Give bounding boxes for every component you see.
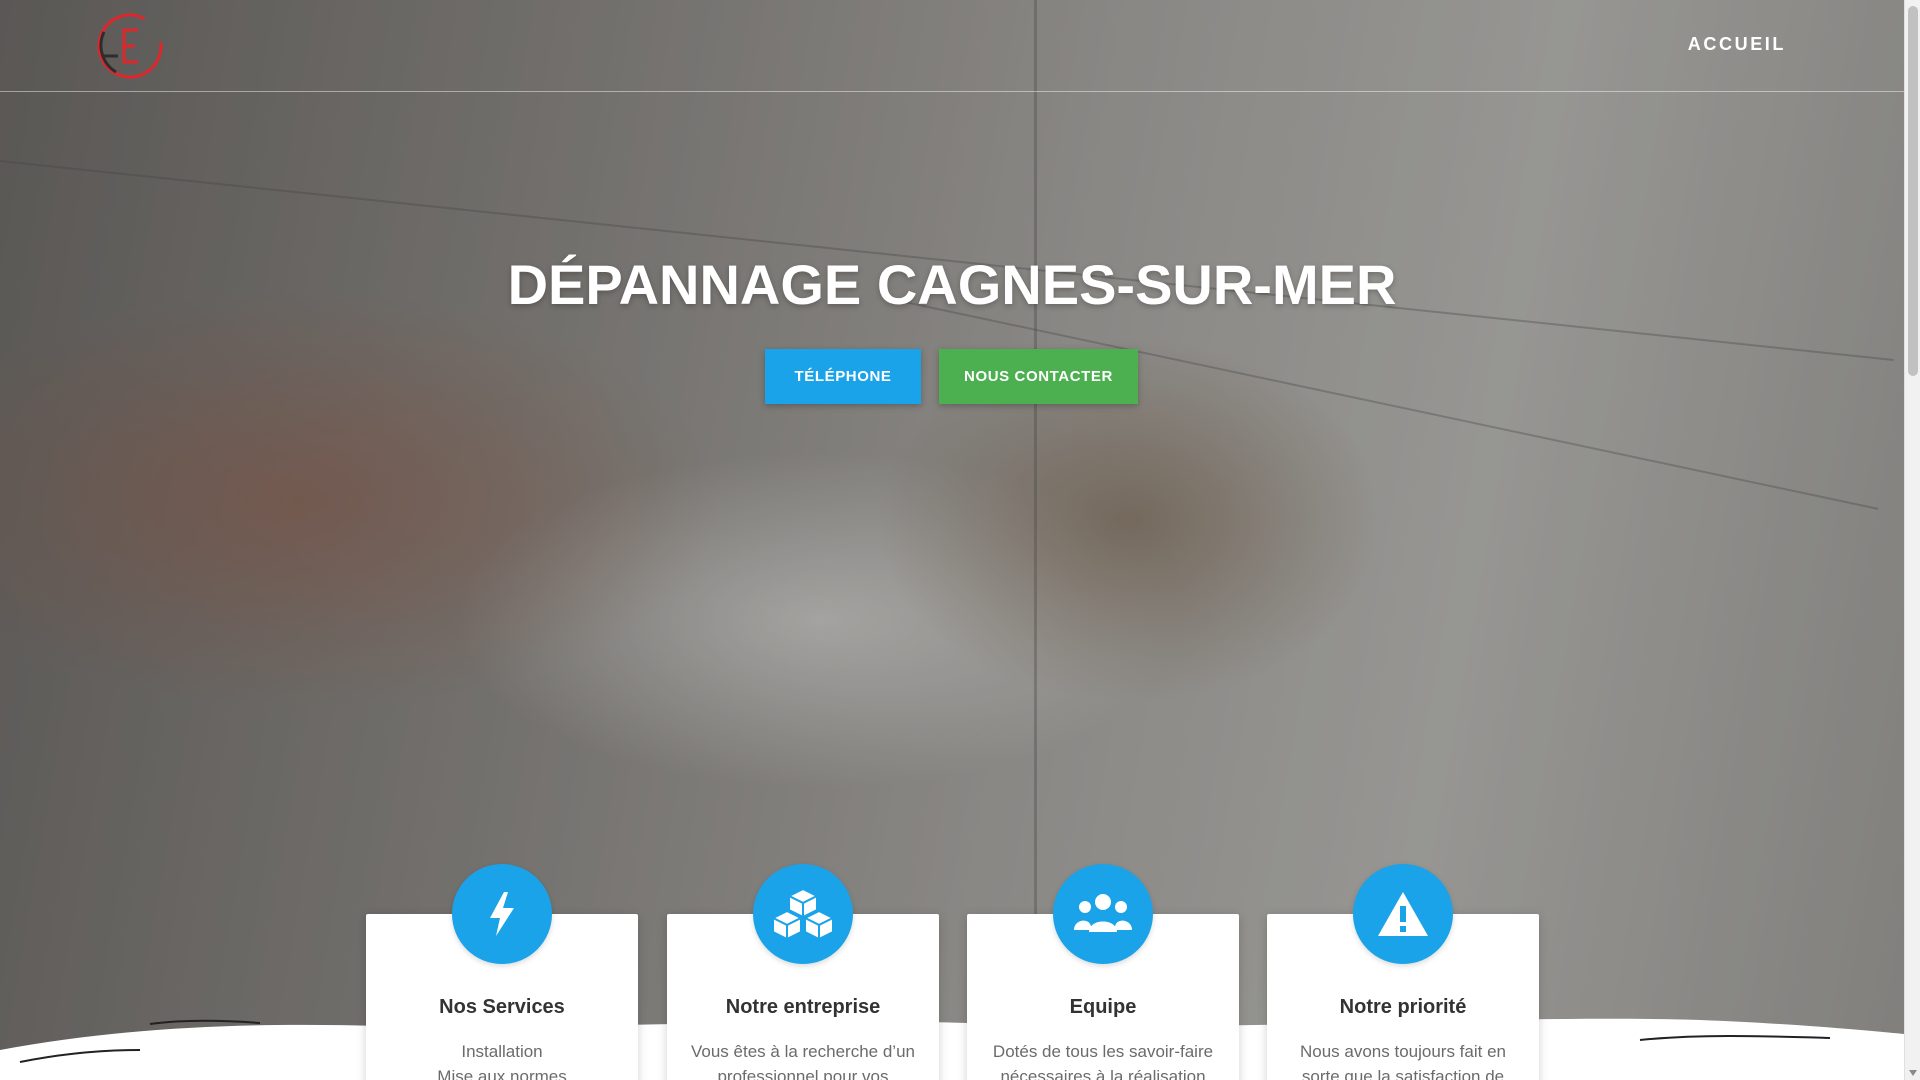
brush-wave-divider bbox=[0, 1017, 1904, 1080]
cubes-icon bbox=[753, 864, 853, 964]
card-nos-services: Nos Services Installation Mise aux norme… bbox=[366, 864, 638, 1080]
card-text-line: Nous avons toujours fait en bbox=[1299, 1042, 1506, 1061]
card-text: Installation Mise aux normes bbox=[390, 1039, 614, 1080]
card-text: Nous avons toujours fait en sorte que la… bbox=[1291, 1039, 1515, 1080]
card-title: Equipe bbox=[1069, 996, 1137, 1018]
card-text-line: professionnel pour vos bbox=[717, 1067, 889, 1080]
card-text: Dotés de tous les savoir-faire nécessair… bbox=[991, 1039, 1215, 1080]
contact-button[interactable]: NOUS CONTACTER bbox=[939, 349, 1138, 404]
page-title: DÉPANNAGE CAGNES-SUR-MER bbox=[507, 253, 1397, 316]
hero-background bbox=[0, 0, 1904, 1080]
card-text-line: Installation bbox=[461, 1042, 543, 1061]
card-text-line: Dotés de tous les savoir-faire bbox=[992, 1042, 1214, 1061]
card-text-line: nécessaires à la réalisation de bbox=[1000, 1067, 1206, 1080]
card-text-line: Mise aux normes bbox=[437, 1067, 567, 1080]
scrollbar[interactable] bbox=[1904, 0, 1920, 1080]
telephone-button[interactable]: TÉLÉPHONE bbox=[765, 349, 921, 404]
warning-icon bbox=[1353, 864, 1453, 964]
card-title: Nos Services bbox=[439, 996, 565, 1018]
card-text-line: Vous êtes à la recherche d’un bbox=[691, 1042, 915, 1061]
card-title: Notre priorité bbox=[1339, 996, 1467, 1018]
users-icon bbox=[1053, 864, 1153, 964]
navbar: ACCUEIL bbox=[0, 0, 1904, 92]
company-logo[interactable] bbox=[96, 12, 164, 80]
card-text-line: sorte que la satisfaction de bbox=[1301, 1067, 1505, 1080]
nav-link-accueil[interactable]: ACCUEIL bbox=[1688, 34, 1786, 55]
card-equipe: Equipe Dotés de tous les savoir-faire né… bbox=[967, 864, 1239, 1080]
card-notre-entreprise: Notre entreprise Vous êtes à la recherch… bbox=[667, 864, 939, 1080]
scrollbar-thumb[interactable] bbox=[1908, 6, 1918, 376]
hero-overlay bbox=[0, 0, 1904, 1080]
card-text: Vous êtes à la recherche d’un profession… bbox=[691, 1039, 915, 1080]
card-title: Notre entreprise bbox=[725, 996, 881, 1018]
scroll-down-arrow-icon[interactable] bbox=[1909, 1070, 1917, 1076]
lightning-icon bbox=[452, 864, 552, 964]
card-notre-priorite: Notre priorité Nous avons toujours fait … bbox=[1267, 864, 1539, 1080]
